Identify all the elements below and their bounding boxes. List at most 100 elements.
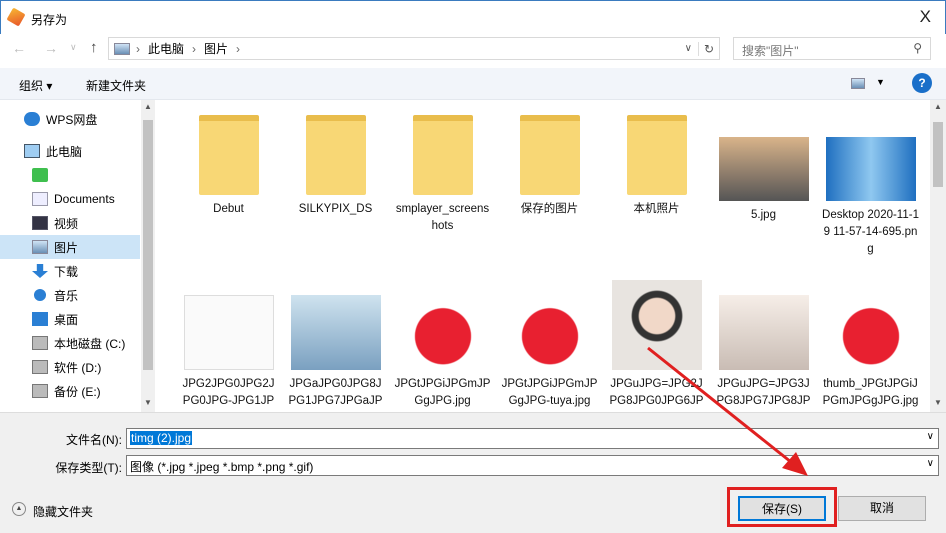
file-name: 本机照片 bbox=[633, 203, 680, 215]
collapse-icon[interactable]: ▲ bbox=[12, 502, 26, 516]
sidebar-item[interactable]: 视频 bbox=[0, 211, 140, 235]
folder-item[interactable]: SILKYPIX_DS bbox=[282, 115, 389, 218]
file-name: 保存的图片 bbox=[520, 203, 579, 215]
file-name: thumb_JPGtJPGiJPGmJPGgJPG.jpg bbox=[822, 378, 919, 407]
recent-dropdown[interactable]: ∨ bbox=[70, 42, 77, 53]
folder-icon bbox=[519, 115, 580, 195]
sidebar-item[interactable]: 备份 (E:) bbox=[0, 379, 140, 403]
filename-label: 文件名(N): bbox=[66, 433, 122, 447]
filetype-value: 图像 (*.jpg *.jpeg *.bmp *.png *.gif) bbox=[130, 460, 314, 474]
cancel-button[interactable]: 取消 bbox=[838, 496, 926, 521]
image-file-item[interactable]: JPGuJPG=JPG3JPG8JPG7JPG8JPG1JPG bbox=[710, 280, 817, 412]
sidebar-item[interactable]: 本地磁盘 (C:) bbox=[0, 331, 140, 355]
sidebar-item-label: Documents bbox=[54, 192, 115, 206]
close-button[interactable]: X bbox=[920, 7, 931, 27]
sidebar-item[interactable]: 图片 bbox=[0, 235, 140, 259]
folder-item[interactable]: Debut bbox=[175, 115, 282, 218]
files-scrollbar[interactable]: ▲ ▼ bbox=[930, 100, 946, 412]
image-file-item[interactable]: 5.jpg bbox=[710, 115, 817, 224]
file-name: smplayer_screenshots bbox=[395, 203, 490, 232]
folder-icon bbox=[305, 115, 366, 195]
documents-icon bbox=[32, 192, 48, 206]
search-placeholder: 搜索"图片" bbox=[742, 44, 799, 58]
refresh-icon[interactable]: ↻ bbox=[697, 41, 719, 56]
folder-icon bbox=[626, 115, 687, 195]
sidebar-item[interactable]: Documents bbox=[0, 187, 140, 211]
breadcrumb-this-pc[interactable]: 此电脑 bbox=[148, 40, 184, 57]
file-name: JPGtJPGiJPGmJPGgJPG.jpg bbox=[394, 378, 491, 407]
file-name: JPGuJPG=JPG2JPG8JPG0JPG6JPG0JPG bbox=[609, 378, 704, 407]
filename-input[interactable]: timg (2).jpg ∨ bbox=[126, 428, 939, 449]
image-file-item[interactable]: JPGtJPGiJPGmJPGgJPG.jpg bbox=[389, 280, 496, 410]
sidebar-item-label: 软件 (D:) bbox=[54, 360, 102, 375]
sidebar-item-label: 视频 bbox=[54, 216, 79, 231]
file-name: JPGaJPG0JPG8JPG1JPG7JPGaJPG4JPG3JPG4JPG bbox=[288, 378, 383, 407]
image-file-item[interactable]: JPGtJPGiJPGmJPGgJPG-tuya.jpg bbox=[496, 280, 603, 410]
sidebar-item[interactable]: 软件 (D:) bbox=[0, 355, 140, 379]
help-button[interactable]: ? bbox=[912, 73, 932, 93]
image-thumbnail bbox=[397, 295, 488, 370]
view-dropdown[interactable]: ▼ bbox=[876, 77, 885, 87]
sidebar-item[interactable]: 此电脑 bbox=[0, 139, 140, 163]
forward-button[interactable]: → bbox=[44, 40, 58, 56]
file-name: JPGtJPGiJPGmJPGgJPG-tuya.jpg bbox=[501, 378, 598, 407]
sidebar-item-label: WPS网盘 bbox=[46, 112, 98, 127]
filename-value: timg (2).jpg bbox=[130, 431, 193, 445]
organize-menu[interactable]: 组织 ▾ bbox=[19, 77, 52, 94]
search-icon: ⚲ bbox=[913, 41, 922, 55]
image-file-item[interactable]: thumb_JPGtJPGiJPGmJPGgJPG.jpg bbox=[817, 280, 924, 410]
sidebar-item-label: 音乐 bbox=[54, 288, 79, 303]
address-dropdown[interactable]: ∨ bbox=[679, 43, 698, 54]
image-thumbnail bbox=[183, 295, 274, 370]
sidebar-item[interactable]: 桌面 bbox=[0, 307, 140, 331]
sidebar-item-label: 此电脑 bbox=[46, 144, 83, 159]
folder-icon bbox=[412, 115, 473, 195]
filetype-select[interactable]: 图像 (*.jpg *.jpeg *.bmp *.png *.gif) ∨ bbox=[126, 455, 939, 476]
image-thumbnail bbox=[718, 295, 809, 370]
app-icon bbox=[6, 7, 26, 27]
file-name: JPGuJPG=JPG3JPG8JPG7JPG8JPG1JPG bbox=[716, 378, 811, 407]
image-thumbnail bbox=[718, 137, 809, 201]
search-input[interactable]: 搜索"图片" ⚲ bbox=[733, 37, 931, 60]
image-file-item[interactable]: Desktop 2020-11-19 11-57-14-695.png bbox=[817, 115, 924, 258]
download-icon bbox=[32, 264, 48, 278]
sidebar-item-label: 备份 (E:) bbox=[54, 384, 101, 399]
video-icon bbox=[32, 216, 48, 230]
view-icon[interactable] bbox=[851, 78, 865, 89]
hide-folders-button[interactable]: 隐藏文件夹 bbox=[33, 503, 93, 520]
sidebar-item[interactable]: WPS网盘 bbox=[0, 107, 140, 131]
image-file-item[interactable]: JPGaJPG0JPG8JPG1JPG7JPGaJPG4JPG3JPG4JPG bbox=[282, 280, 389, 412]
nav-scrollbar[interactable]: ▲ ▼ bbox=[141, 100, 155, 412]
file-name: SILKYPIX_DS bbox=[298, 203, 373, 215]
file-name: Desktop 2020-11-19 11-57-14-695.png bbox=[822, 209, 919, 255]
sidebar-item[interactable]: 下载 bbox=[0, 259, 140, 283]
sidebar-item[interactable]: 音乐 bbox=[0, 283, 140, 307]
save-form: 文件名(N): timg (2).jpg ∨ 保存类型(T): 图像 (*.jp… bbox=[0, 412, 946, 533]
navigation-pane: WPS网盘此电脑 Documents 视频图片 下载音乐桌面本地磁盘 (C:) 软件 (… bbox=[0, 100, 155, 412]
sidebar-item[interactable] bbox=[0, 163, 140, 187]
address-bar[interactable]: › 此电脑 › 图片 › ∨ ↻ bbox=[108, 37, 720, 60]
breadcrumb-pictures[interactable]: 图片 bbox=[204, 40, 228, 57]
folder-item[interactable]: 本机照片 bbox=[603, 115, 710, 218]
drive-icon bbox=[32, 336, 48, 350]
sidebar-item-label: 本地磁盘 (C:) bbox=[54, 336, 126, 351]
image-thumbnail bbox=[611, 280, 702, 370]
image-thumbnail bbox=[290, 295, 381, 370]
image-thumbnail bbox=[504, 295, 595, 370]
back-button[interactable]: ← bbox=[12, 40, 26, 56]
folder-item[interactable]: 保存的图片 bbox=[496, 115, 603, 218]
folder-item[interactable]: smplayer_screenshots bbox=[389, 115, 496, 235]
toolbar: 组织 ▾ 新建文件夹 ▼ ? bbox=[0, 68, 946, 100]
image-thumbnail bbox=[825, 295, 916, 370]
annotation-highlight-box bbox=[727, 487, 837, 527]
music-icon bbox=[33, 288, 47, 302]
new-folder-button[interactable]: 新建文件夹 bbox=[86, 77, 146, 94]
up-button[interactable]: ↑ bbox=[90, 39, 98, 56]
image-file-item[interactable]: JPGuJPG=JPG2JPG8JPG0JPG6JPG0JPG bbox=[603, 280, 710, 412]
image-file-item[interactable]: JPG2JPG0JPG2JPG0JPG-JPG1JPG0JPG4JPG0JPG bbox=[175, 280, 282, 412]
folder-icon bbox=[198, 115, 259, 195]
filetype-label: 保存类型(T): bbox=[55, 461, 122, 475]
drive-icon bbox=[32, 360, 48, 374]
file-grid: Debut SILKYPIX_DS smplayer_screenshots 保存的图… bbox=[160, 100, 930, 412]
image-thumbnail bbox=[825, 137, 916, 201]
